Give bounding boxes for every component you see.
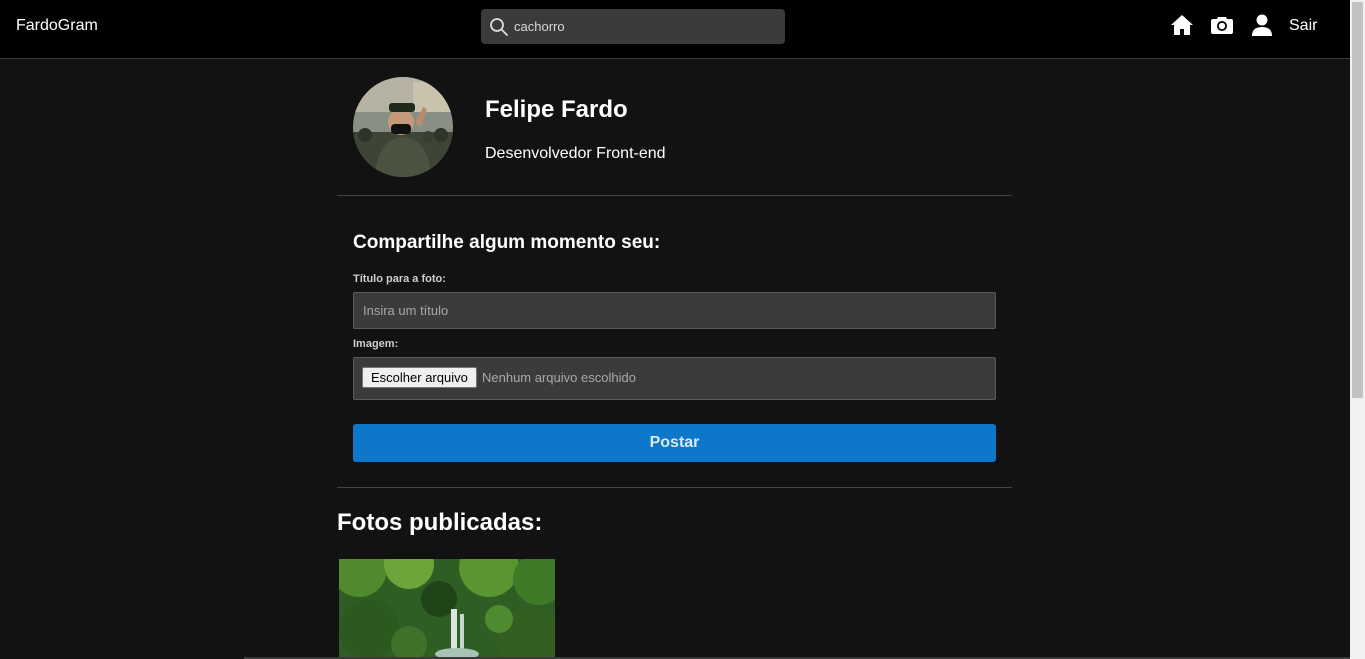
search-input[interactable] bbox=[514, 9, 776, 44]
post-button[interactable]: Postar bbox=[353, 424, 996, 462]
scrollbar-thumb[interactable] bbox=[1352, 2, 1363, 398]
photo-title-input[interactable] bbox=[354, 293, 995, 328]
photo-title-label: Título para a foto: bbox=[353, 273, 446, 285]
profile-avatar bbox=[353, 77, 453, 177]
brand-logo[interactable]: FardoGram bbox=[16, 17, 98, 35]
profile-bio: Desenvolvedor Front-end bbox=[485, 145, 666, 162]
choose-file-button[interactable]: Escolher arquivo bbox=[362, 367, 477, 388]
divider-profile bbox=[337, 195, 1012, 196]
top-navbar: FardoGram Sair bbox=[0, 0, 1350, 59]
post-form-title: Compartilhe algum momento seu: bbox=[353, 232, 661, 253]
camera-icon[interactable] bbox=[1210, 13, 1234, 39]
divider-form bbox=[337, 487, 1012, 488]
logout-link[interactable]: Sair bbox=[1289, 17, 1317, 35]
profile-name: Felipe Fardo bbox=[485, 96, 628, 123]
home-icon[interactable] bbox=[1170, 13, 1194, 39]
search-bar[interactable] bbox=[481, 9, 785, 44]
photo-title-field bbox=[353, 292, 996, 329]
search-icon bbox=[490, 18, 508, 36]
published-photos-title: Fotos publicadas: bbox=[337, 509, 543, 536]
file-status-text: Nenhum arquivo escolhido bbox=[482, 370, 636, 385]
image-file-field: Escolher arquivo Nenhum arquivo escolhid… bbox=[353, 357, 996, 400]
user-icon[interactable] bbox=[1250, 13, 1274, 39]
image-label: Imagem: bbox=[353, 338, 399, 350]
published-photo[interactable] bbox=[339, 559, 555, 659]
